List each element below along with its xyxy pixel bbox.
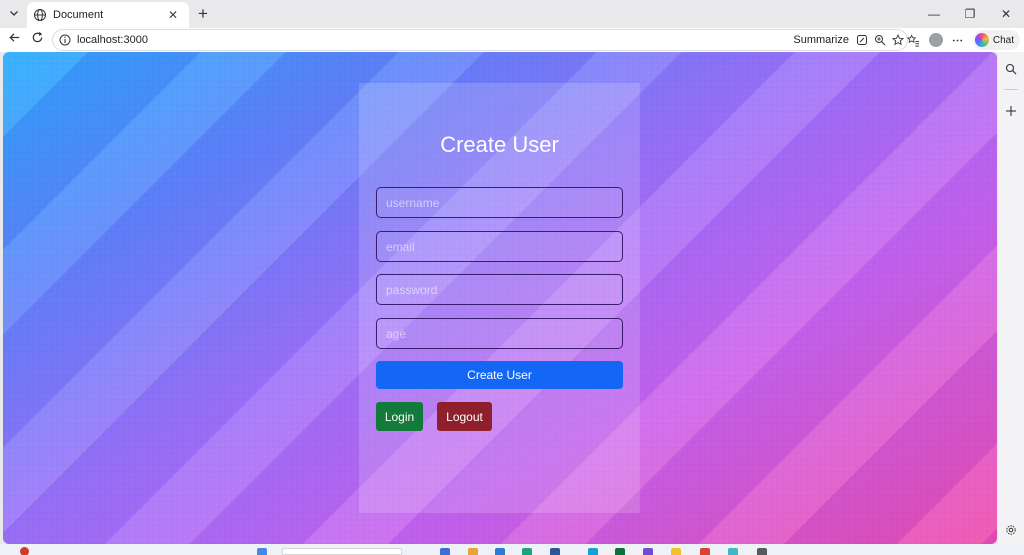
close-icon[interactable]: ✕ — [165, 8, 181, 22]
age-input[interactable] — [376, 318, 623, 349]
taskbar-app-icon[interactable] — [468, 548, 478, 555]
back-button[interactable] — [4, 30, 24, 50]
login-button[interactable]: Login — [376, 402, 423, 431]
chat-button[interactable]: Chat — [972, 30, 1020, 50]
password-input[interactable] — [376, 274, 623, 305]
back-arrow-icon — [8, 31, 21, 49]
page-viewport: Create User Create User Login Logout — [3, 52, 997, 544]
summarize-icon[interactable] — [853, 31, 871, 49]
window-controls: — ❐ ✕ — [916, 0, 1024, 28]
restore-icon: ❐ — [964, 7, 976, 21]
minimize-button[interactable]: — — [916, 0, 952, 28]
weather-icon[interactable] — [20, 547, 29, 555]
browser-toolbar: localhost:3000 Summarize Chat — [0, 28, 1024, 52]
close-icon: ✕ — [1000, 7, 1012, 21]
summarize-button[interactable]: Summarize — [793, 34, 849, 46]
avatar — [928, 33, 943, 47]
tab-title: Document — [53, 9, 104, 21]
taskbar-app-icon[interactable] — [440, 548, 450, 555]
globe-icon — [33, 8, 47, 22]
tab-document[interactable]: Document ✕ — [27, 2, 189, 28]
browser-sidebar — [998, 52, 1024, 544]
taskbar-app-icon[interactable] — [495, 548, 505, 555]
favorites-icon[interactable] — [903, 29, 925, 51]
logout-button[interactable]: Logout — [437, 402, 492, 431]
minimize-icon: — — [928, 7, 940, 21]
taskbar-app-icon[interactable] — [588, 548, 598, 555]
tab-actions-menu[interactable] — [4, 4, 24, 24]
address-bar[interactable]: localhost:3000 Summarize — [52, 29, 908, 51]
taskbar-app-icon[interactable] — [257, 548, 267, 555]
taskbar-app-icon[interactable] — [550, 548, 560, 555]
chevron-down-icon — [9, 8, 19, 21]
page-title: Create User — [440, 132, 559, 157]
taskbar-app-icon[interactable] — [700, 548, 710, 555]
create-user-card: Create User Create User Login Logout — [359, 83, 640, 513]
info-icon[interactable] — [59, 34, 71, 46]
gear-icon[interactable] — [1003, 522, 1019, 538]
address-url[interactable]: localhost:3000 — [77, 34, 793, 46]
sidebar-divider — [1004, 89, 1018, 90]
taskbar-app-icon[interactable] — [522, 548, 532, 555]
username-input[interactable] — [376, 187, 623, 218]
close-window-button[interactable]: ✕ — [988, 0, 1024, 28]
profile-icon[interactable] — [925, 29, 947, 51]
search-icon[interactable] — [1003, 61, 1019, 77]
taskbar-app-icon[interactable] — [757, 548, 767, 555]
taskbar-app-icon[interactable] — [615, 548, 625, 555]
tab-strip: Document ✕ + — ❐ ✕ — [0, 0, 1024, 28]
more-icon[interactable] — [947, 29, 969, 51]
taskbar-search-box[interactable] — [282, 548, 402, 555]
reload-icon — [31, 31, 44, 49]
copilot-icon — [974, 33, 989, 47]
taskbar-app-icon[interactable] — [643, 548, 653, 555]
taskbar-app-icon[interactable] — [671, 548, 681, 555]
email-input[interactable] — [376, 231, 623, 262]
chat-label: Chat — [992, 34, 1014, 46]
new-tab-button[interactable]: + — [193, 4, 213, 24]
plus-icon: + — [198, 4, 208, 23]
zoom-icon[interactable] — [871, 31, 889, 49]
toolbar-right: Chat — [903, 28, 1024, 52]
taskbar-app-icon[interactable] — [728, 548, 738, 555]
plus-icon[interactable] — [1003, 103, 1019, 119]
taskbar — [0, 544, 1024, 555]
restore-button[interactable]: ❐ — [952, 0, 988, 28]
reload-button[interactable] — [27, 30, 47, 50]
create-user-button[interactable]: Create User — [376, 361, 623, 389]
